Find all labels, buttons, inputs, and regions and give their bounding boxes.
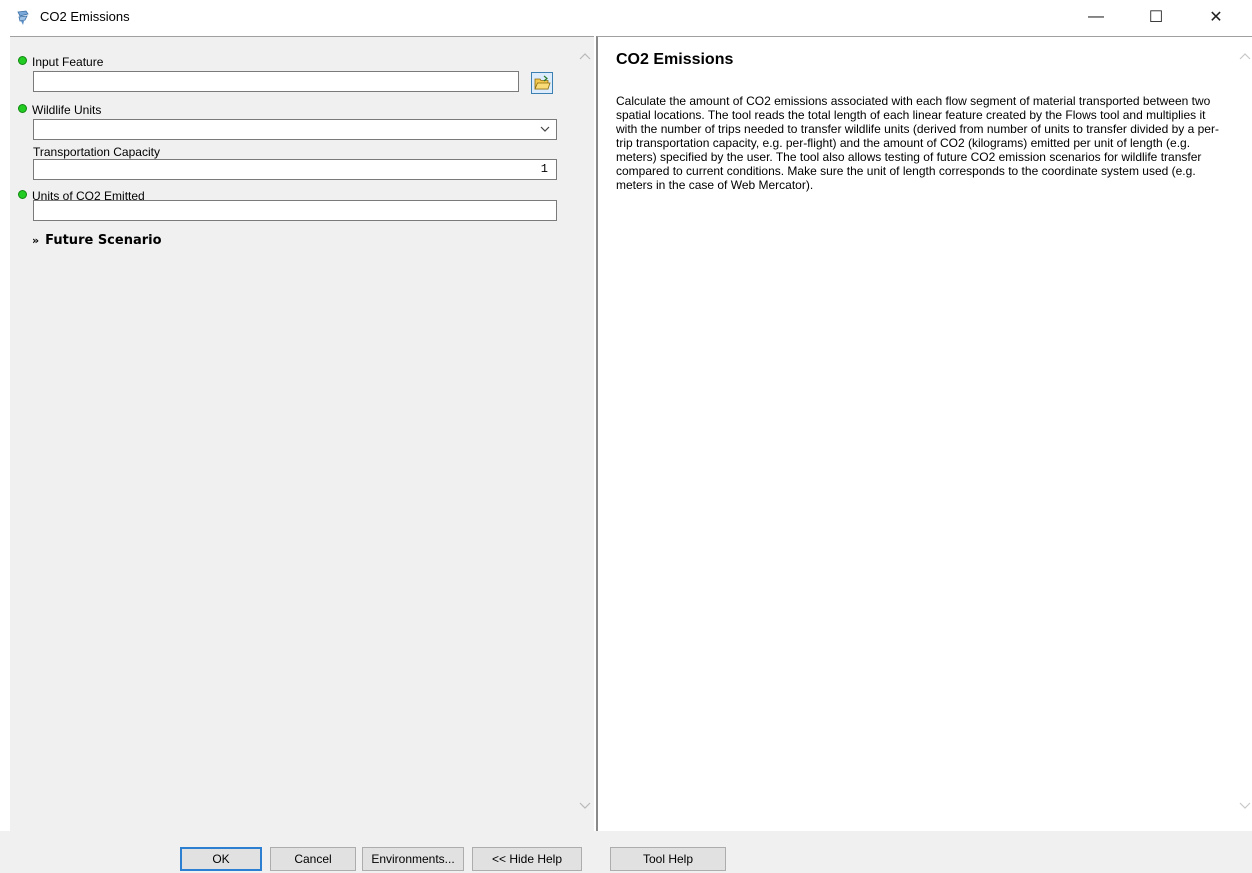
hide-help-button[interactable]: << Hide Help	[472, 847, 582, 871]
transportation-capacity-field[interactable]: 1	[33, 159, 557, 180]
window-title: CO2 Emissions	[40, 9, 130, 24]
expand-chevron-icon: »	[32, 234, 40, 247]
maximize-icon: ☐	[1148, 9, 1164, 26]
close-icon: ✕	[1209, 9, 1223, 26]
wildlife-units-dropdown[interactable]	[33, 119, 557, 140]
tool-icon	[17, 10, 29, 25]
units-co2-field[interactable]	[33, 200, 557, 221]
transportation-capacity-label: Transportation Capacity	[33, 145, 160, 159]
help-panel: CO2 Emissions Calculate the amount of CO…	[596, 36, 1252, 832]
input-feature-label: Input Feature	[18, 55, 103, 69]
minimize-icon: —	[1088, 8, 1104, 25]
help-description: Calculate the amount of CO2 emissions as…	[616, 94, 1219, 192]
ok-button[interactable]: OK	[180, 847, 262, 871]
required-dot-icon	[18, 190, 27, 199]
cancel-button[interactable]: Cancel	[270, 847, 356, 871]
chevron-down-icon	[540, 126, 550, 132]
scroll-down-icon[interactable]	[579, 799, 591, 811]
future-scenario-section[interactable]: » Future Scenario	[32, 233, 162, 248]
required-dot-icon	[18, 56, 27, 65]
close-button[interactable]: ✕	[1194, 0, 1238, 34]
parameters-panel: Input Feature Wildlife Units Transportat…	[10, 36, 594, 832]
input-feature-field[interactable]	[33, 71, 519, 92]
wildlife-units-label: Wildlife Units	[18, 103, 101, 117]
tool-help-button[interactable]: Tool Help	[610, 847, 726, 871]
scroll-up-icon[interactable]	[1239, 51, 1251, 63]
maximize-button[interactable]: ☐	[1134, 0, 1178, 34]
folder-open-icon	[534, 75, 551, 90]
title-bar: CO2 Emissions — ☐ ✕	[0, 0, 1252, 34]
minimize-button[interactable]: —	[1074, 0, 1118, 34]
environments-button[interactable]: Environments...	[362, 847, 464, 871]
scroll-down-icon[interactable]	[1239, 799, 1251, 811]
browse-button[interactable]	[531, 72, 553, 94]
left-scrollbar[interactable]	[576, 37, 594, 832]
scroll-up-icon[interactable]	[579, 51, 591, 63]
right-scrollbar[interactable]	[1236, 37, 1252, 832]
button-bar: OK Cancel Environments... << Hide Help T…	[0, 831, 1252, 873]
required-dot-icon	[18, 104, 27, 113]
help-title: CO2 Emissions	[616, 51, 734, 68]
